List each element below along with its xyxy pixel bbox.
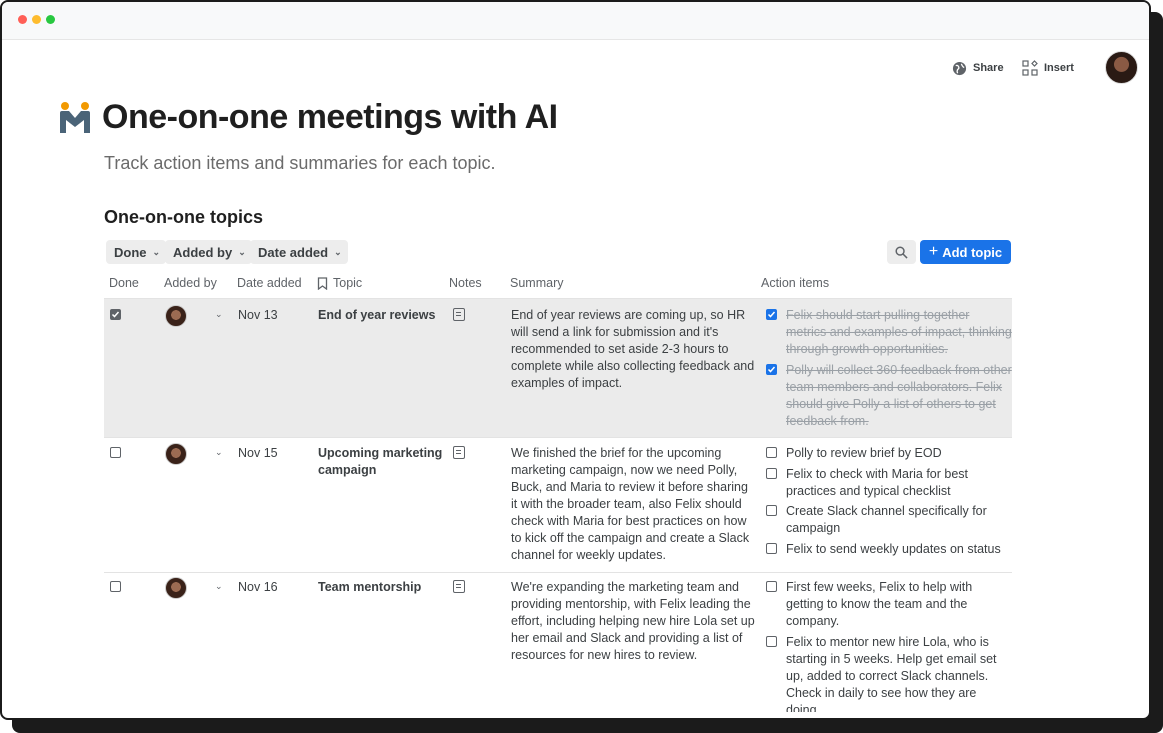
share-label: Share [973,62,1004,74]
page-subtitle: Track action items and summaries for eac… [104,153,496,173]
filter-done[interactable]: Done ⌄ [106,240,167,264]
title-bar [2,2,1149,40]
date-added: Nov 16 [238,580,278,594]
add-topic-button[interactable]: + Add topic [920,240,1011,264]
action-item-checkbox[interactable] [766,364,777,375]
summary-text: We're expanding the marketing team and p… [511,580,755,662]
checkmark-icon [767,311,776,318]
column-header-date-added[interactable]: Date added [237,276,302,290]
notes-icon[interactable] [453,446,465,459]
row-done-checkbox[interactable] [110,581,121,592]
table-title: One-on-one topics [104,207,263,227]
row-done-checkbox[interactable] [110,309,121,320]
chevron-down-icon: ⌄ [238,246,246,257]
action-item-checkbox[interactable] [766,505,777,516]
action-item-text: Felix to mentor new hire Lola, who is st… [786,635,997,712]
chevron-down-icon: ⌄ [334,246,342,257]
checkmark-icon [111,311,120,318]
bookmark-icon [317,277,328,290]
avatar[interactable] [165,443,187,465]
row-divider [104,572,1012,573]
action-item-checkbox[interactable] [766,543,777,554]
row-done-checkbox[interactable] [110,447,121,458]
minimize-window-dot[interactable] [32,15,41,24]
filter-added-by-label: Added by [173,244,233,260]
checkmark-icon [767,366,776,373]
insert-label: Insert [1044,62,1074,74]
search-icon [895,245,908,259]
share-button[interactable]: Share [952,59,1004,77]
insert-grid-icon [1022,60,1038,76]
plus-icon: + [928,243,939,260]
action-item-text: Felix to send weekly updates on status [786,542,1001,556]
notes-icon[interactable] [453,308,465,321]
action-item-text: Polly to review brief by EOD [786,446,942,460]
topic-title[interactable]: Team mentorship [318,579,446,596]
summary-text: We finished the brief for the upcoming m… [511,446,750,562]
column-header-topic[interactable]: Topic [333,276,362,290]
action-item-text: Create Slack channel specifically for ca… [786,504,987,535]
topic-title[interactable]: Upcoming marketing campaign [318,445,446,479]
chevron-down-icon[interactable]: ⌄ [215,309,223,320]
chevron-down-icon[interactable]: ⌄ [215,581,223,592]
action-item-checkbox[interactable] [766,581,777,592]
action-item-text: First few weeks, Felix to help with gett… [786,580,973,628]
column-header-notes[interactable]: Notes [449,276,482,290]
row-divider [104,437,1012,438]
avatar[interactable] [165,305,187,327]
column-header-added-by[interactable]: Added by [164,276,217,290]
notes-icon[interactable] [453,580,465,593]
date-added: Nov 15 [238,446,278,460]
maximize-window-dot[interactable] [46,15,55,24]
action-item-checkbox[interactable] [766,468,777,479]
people-meeting-icon [60,102,90,133]
action-item-checkbox[interactable] [766,447,777,458]
summary-text: End of year reviews are coming up, so HR… [511,308,755,390]
column-header-done[interactable]: Done [109,276,139,290]
action-item-text: Polly will collect 360 feedback from oth… [786,363,1012,428]
column-header-summary[interactable]: Summary [510,276,563,290]
search-button[interactable] [887,240,916,264]
filter-added-by[interactable]: Added by ⌄ [165,240,252,264]
chevron-down-icon: ⌄ [152,246,161,257]
action-item-checkbox[interactable] [766,309,777,320]
date-added: Nov 13 [238,308,278,322]
action-item-checkbox[interactable] [766,636,777,647]
filter-done-label: Done [114,244,147,260]
filter-date-added[interactable]: Date added ⌄ [250,240,348,264]
close-window-dot[interactable] [18,15,27,24]
action-item-text: Felix to check with Maria for best pract… [786,467,969,498]
avatar[interactable] [165,577,187,599]
topic-title[interactable]: End of year reviews [318,307,446,324]
insert-button[interactable]: Insert [1022,59,1074,77]
action-item-text: Felix should start pulling together metr… [786,308,1012,356]
user-avatar[interactable] [1105,51,1138,84]
chevron-down-icon[interactable]: ⌄ [215,447,223,458]
globe-icon [952,61,967,75]
add-topic-label: Add topic [942,244,1003,260]
filter-date-added-label: Date added [258,244,329,260]
page-title: One-on-one meetings with AI [102,98,558,136]
column-header-action-items[interactable]: Action items [761,276,829,290]
